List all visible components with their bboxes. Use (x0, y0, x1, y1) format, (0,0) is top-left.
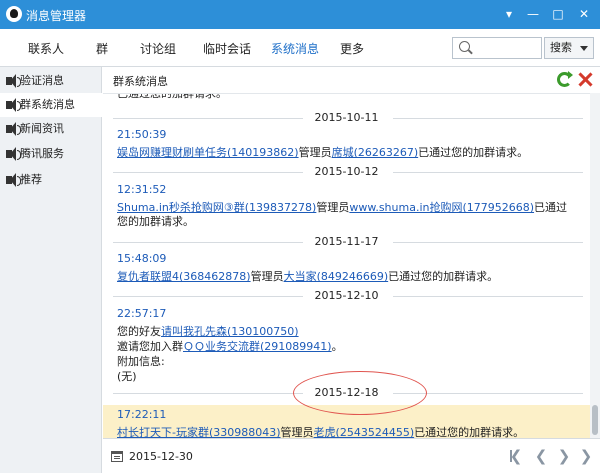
partial-message: 已通过您的加群请求。 (117, 93, 227, 100)
admin-link[interactable]: 大当家(849246669) (284, 270, 389, 283)
close-button[interactable]: ✕ (573, 4, 595, 24)
extra-info-label: 附加信息: (117, 355, 165, 368)
speaker-icon (6, 173, 21, 187)
search-button-label: 搜索 (550, 41, 572, 54)
tab-more[interactable]: 更多 (340, 40, 364, 57)
admin-link[interactable]: www.shuma.in抢购网(177952668) (349, 201, 534, 214)
tab-system-messages[interactable]: 系统消息 (271, 40, 319, 57)
minimize-button[interactable]: — (522, 4, 544, 24)
search-button[interactable]: 搜索 (544, 37, 594, 59)
date-label: 2015-12-10 (314, 289, 379, 302)
sidebar: 验证消息 群系统消息 新闻资讯 腾讯服务 推荐 (0, 67, 102, 473)
sidebar-item-label: 推荐 (20, 173, 42, 186)
tab-temp-session[interactable]: 临时会话 (203, 40, 251, 57)
refresh-icon[interactable] (557, 71, 573, 87)
message-time: 15:48:09 (117, 252, 167, 265)
speaker-icon (6, 122, 21, 136)
message-panel: 群系统消息 已通过您的加群请求。 2015-10-11 21:50:39 娱岛网… (103, 67, 600, 473)
next-page-icon[interactable]: ❯ (555, 447, 573, 465)
sidebar-item-verification[interactable]: 验证消息 (0, 69, 102, 93)
sidebar-item-group-system[interactable]: 群系统消息 (0, 93, 102, 117)
date-label: 2015-10-12 (314, 165, 379, 178)
message-body: 邀请您加入群ＱＱ业务交流群(291089941)。 (117, 340, 343, 353)
date-label: 2015-11-17 (314, 235, 379, 248)
sidebar-item-label: 新闻资讯 (20, 122, 64, 135)
tab-discussion[interactable]: 讨论组 (140, 40, 176, 57)
message-body: 村长打天下-玩家群(330988043)管理员老虎(2543524455)已通过… (117, 426, 525, 438)
message-body: Shuma.in秒杀抢购网③群(139837278)管理员www.shuma.i… (117, 201, 568, 228)
vertical-scrollbar[interactable] (590, 93, 600, 438)
date-separator: 2015-11-17 (103, 235, 590, 249)
last-page-icon[interactable]: ❯ (577, 447, 595, 465)
prev-page-icon[interactable]: ❮ (532, 447, 550, 465)
group-link[interactable]: 复仇者联盟4(368462878) (117, 270, 251, 283)
footer-date[interactable]: 2015-12-30 (129, 450, 193, 463)
tab-groups[interactable]: 群 (96, 40, 108, 57)
group-link[interactable]: Shuma.in秒杀抢购网③群(139837278) (117, 201, 316, 214)
sidebar-item-news[interactable]: 新闻资讯 (0, 117, 102, 141)
group-link[interactable]: 村长打天下-玩家群(330988043) (117, 426, 281, 438)
date-separator: 2015-12-10 (103, 289, 590, 303)
sidebar-item-label: 验证消息 (20, 74, 64, 87)
sidebar-item-tencent-service[interactable]: 腾讯服务 (0, 142, 102, 166)
friend-link[interactable]: 请叫我孔先森(130100750) (161, 325, 299, 338)
tab-contacts[interactable]: 联系人 (28, 40, 64, 57)
menu-dropdown-button[interactable]: ▾ (498, 4, 520, 24)
delete-x-icon[interactable] (577, 71, 593, 87)
chevron-down-icon[interactable] (580, 46, 588, 51)
message-body: 您的好友请叫我孔先森(130100750) (117, 325, 299, 338)
search-input[interactable] (473, 40, 539, 56)
qq-penguin-icon (6, 6, 22, 22)
maximize-button[interactable]: □ (547, 4, 569, 24)
message-feed: 已通过您的加群请求。 2015-10-11 21:50:39 娱岛网赚理财刷单任… (103, 93, 590, 438)
sidebar-item-label: 群系统消息 (20, 98, 75, 111)
date-separator: 2015-10-12 (103, 165, 590, 179)
speaker-icon (6, 98, 21, 112)
scrollbar-thumb[interactable] (592, 405, 598, 435)
search-box (452, 37, 542, 59)
date-label: 2015-10-11 (314, 111, 379, 124)
speaker-icon (6, 147, 21, 161)
title-bar: 消息管理器 ▾ — □ ✕ (0, 0, 600, 29)
group-link[interactable]: 娱岛网赚理财刷单任务(140193862) (117, 146, 299, 159)
message-time: 22:57:17 (117, 307, 167, 320)
speaker-icon (6, 74, 21, 88)
group-link[interactable]: ＱＱ业务交流群(291089941) (183, 340, 332, 353)
admin-link[interactable]: 席城(26263267) (332, 146, 419, 159)
message-body: 娱岛网赚理财刷单任务(140193862)管理员席城(26263267)已通过您… (117, 146, 529, 159)
sidebar-item-recommend[interactable]: 推荐 (0, 168, 102, 192)
annotation-circle (293, 371, 427, 415)
panel-title: 群系统消息 (113, 75, 168, 88)
extra-info-value: (无) (117, 370, 137, 383)
first-page-icon[interactable]: ❮ (507, 447, 525, 465)
category-tabs: 联系人 群 讨论组 临时会话 系统消息 更多 搜索 (0, 29, 600, 67)
sidebar-item-label: 腾讯服务 (20, 147, 64, 160)
calendar-icon[interactable] (111, 451, 123, 462)
message-time: 12:31:52 (117, 183, 167, 196)
message-body: 复仇者联盟4(368462878)管理员大当家(849246669)已通过您的加… (117, 270, 499, 283)
window-title: 消息管理器 (26, 9, 87, 23)
search-icon (459, 41, 470, 52)
admin-link[interactable]: 老虎(2543524455) (314, 426, 415, 438)
message-time: 21:50:39 (117, 128, 167, 141)
message-time: 17:22:11 (117, 408, 167, 421)
footer-bar: 2015-12-30 ❮ ❮ ❯ ❯ (103, 438, 600, 473)
date-separator: 2015-10-11 (103, 111, 590, 125)
